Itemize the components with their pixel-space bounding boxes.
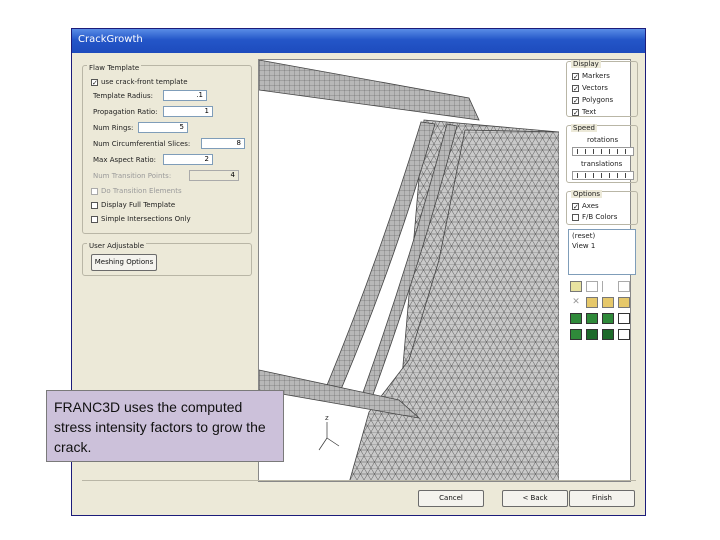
template-radius-label: Template Radius:	[93, 92, 153, 100]
propagation-ratio-label: Propagation Ratio:	[93, 108, 158, 116]
checkbox-checked-icon: ✓	[572, 84, 579, 93]
max-aspect-ratio-label: Max Aspect Ratio:	[93, 156, 157, 164]
num-slices-label: Num Circumferential Slices:	[93, 140, 191, 148]
num-rings-input[interactable]: 5	[138, 122, 188, 133]
options-group: Options ✓ Axes F/B Colors	[566, 190, 638, 225]
num-slices-input[interactable]: 8	[201, 138, 245, 149]
speed-group: Speed rotations translations	[566, 124, 638, 183]
view-list-item[interactable]: (reset)	[572, 232, 595, 240]
view-iso-icon[interactable]	[618, 313, 630, 324]
delete-view-icon[interactable]	[618, 281, 630, 292]
save-view-icon[interactable]	[618, 297, 630, 308]
folder-icon[interactable]	[586, 297, 598, 308]
simple-intersections-checkbox[interactable]: Simple Intersections Only	[91, 215, 191, 223]
checkbox-unchecked-icon	[91, 215, 98, 223]
num-rings-label: Num Rings:	[93, 124, 134, 132]
checkbox-checked-icon: ✓	[572, 202, 579, 211]
dialog-divider	[82, 480, 636, 481]
user-adjustable-label: User Adjustable	[87, 242, 147, 250]
template-radius-input[interactable]: .1	[163, 90, 207, 101]
num-transition-points-input: 4	[189, 170, 239, 181]
checkbox-unchecked-icon	[91, 201, 98, 209]
checkbox-checked-icon: ✓	[572, 108, 579, 117]
display-text-checkbox[interactable]: ✓ Text	[572, 108, 596, 116]
use-template-checkbox[interactable]: ✓ use crack-front template	[91, 78, 188, 86]
view-left-icon[interactable]	[602, 329, 614, 340]
view-side-icon[interactable]	[602, 313, 614, 324]
view-bottom-icon[interactable]	[586, 329, 598, 340]
checkbox-checked-icon: ✓	[572, 96, 579, 105]
display-group: Display ✓ Markers ✓ Vectors ✓ Polygons ✓ Tex…	[566, 60, 638, 117]
flaw-template-group: Flaw Template ✓ use crack-front template …	[82, 64, 252, 234]
checkbox-unchecked-icon	[91, 187, 98, 195]
checkbox-unchecked-icon	[572, 213, 579, 221]
view-back-icon[interactable]	[586, 313, 598, 324]
copy-view-icon[interactable]	[586, 281, 598, 292]
view-list-item[interactable]: View 1	[572, 242, 595, 250]
view-right-icon[interactable]	[618, 329, 630, 340]
display-polygons-checkbox[interactable]: ✓ Polygons	[572, 96, 613, 104]
title-bar: CrackGrowth	[72, 29, 645, 53]
options-label: Options	[571, 190, 603, 198]
translations-label: translations	[581, 160, 623, 168]
view-listbox[interactable]: (reset) View 1	[568, 229, 636, 275]
max-aspect-ratio-input[interactable]: 2	[163, 154, 213, 165]
translations-slider[interactable]	[572, 171, 634, 180]
meshing-options-button[interactable]: Meshing Options	[91, 254, 157, 271]
view-front-icon[interactable]	[570, 313, 582, 324]
rotations-label: rotations	[587, 136, 619, 144]
flaw-template-label: Flaw Template	[87, 64, 142, 72]
view-top-icon[interactable]	[570, 329, 582, 340]
cancel-button[interactable]: Cancel	[418, 490, 484, 507]
folder-open-icon[interactable]	[602, 297, 614, 308]
close-icon[interactable]: ✕	[570, 297, 582, 308]
options-fb-colors-checkbox[interactable]: F/B Colors	[572, 213, 617, 221]
display-full-template-checkbox[interactable]: Display Full Template	[91, 201, 175, 209]
display-label: Display	[571, 60, 601, 68]
user-adjustable-group: User Adjustable Meshing Options	[82, 242, 252, 276]
display-vectors-checkbox[interactable]: ✓ Vectors	[572, 84, 608, 92]
back-button[interactable]: < Back	[502, 490, 568, 507]
rotations-slider[interactable]	[572, 147, 634, 156]
options-axes-checkbox[interactable]: ✓ Axes	[572, 202, 599, 210]
paste-view-icon[interactable]	[570, 281, 582, 292]
axis-z-label: z	[325, 414, 329, 422]
checkbox-checked-icon: ✓	[572, 72, 579, 81]
speed-label: Speed	[571, 124, 597, 132]
caption-box: FRANC3D uses the computed stress intensi…	[46, 390, 284, 462]
propagation-ratio-input[interactable]: 1	[163, 106, 213, 117]
checkbox-checked-icon: ✓	[91, 78, 98, 87]
display-markers-checkbox[interactable]: ✓ Markers	[572, 72, 610, 80]
window-title: CrackGrowth	[78, 34, 143, 45]
finish-button[interactable]: Finish	[569, 490, 635, 507]
num-transition-points-label: Num Transition Points:	[93, 172, 172, 180]
separator-icon	[602, 281, 614, 292]
do-transition-elements-checkbox: Do Transition Elements	[91, 187, 182, 195]
